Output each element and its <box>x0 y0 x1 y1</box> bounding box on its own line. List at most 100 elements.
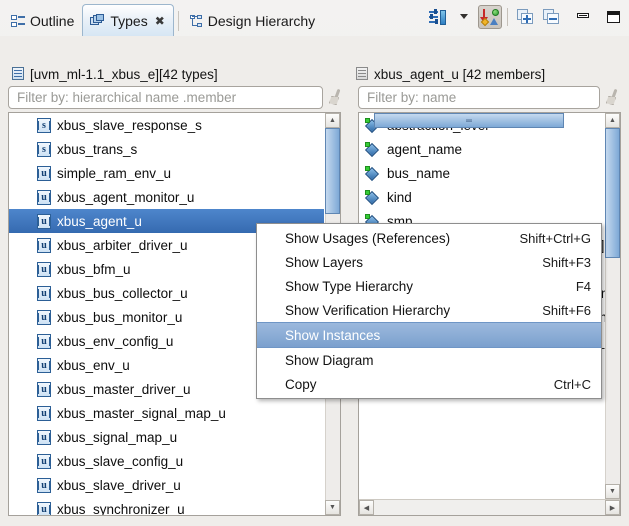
unit-type-icon: u <box>37 165 51 181</box>
field-icon <box>364 141 381 157</box>
unit-type-icon: u <box>37 453 51 469</box>
list-item-label: simple_ram_env_u <box>57 165 172 181</box>
list-item[interactable]: u xbus_signal_map_u <box>9 425 324 449</box>
list-item[interactable]: bus_name <box>359 161 604 185</box>
unit-type-icon: u <box>37 477 51 493</box>
left-scroll-up-button[interactable]: ▲ <box>325 113 340 128</box>
unit-type-icon: u <box>37 309 51 325</box>
list-item-label: kind <box>387 189 412 205</box>
list-item[interactable]: u xbus_slave_config_u <box>9 449 324 473</box>
filter-sort-icon <box>429 8 447 25</box>
left-filter-input[interactable] <box>15 89 316 106</box>
view-menu-button[interactable] <box>452 5 476 29</box>
unit-type-icon: u <box>37 357 51 373</box>
unit-type-icon: u <box>37 429 51 445</box>
list-item[interactable]: u xbus_master_signal_map_u <box>9 401 324 425</box>
list-item-label: xbus_trans_s <box>57 141 138 157</box>
menu-item-accelerator: Shift+F3 <box>542 254 591 270</box>
scroll-down-icon: ▼ <box>609 488 616 495</box>
unit-type-icon: u <box>37 213 51 229</box>
list-item-label: xbus_agent_u <box>57 213 142 229</box>
list-item-label: xbus_bus_collector_u <box>57 285 188 301</box>
tab-design-hierarchy-label: Design Hierarchy <box>207 13 316 29</box>
list-item[interactable]: u simple_ram_env_u <box>9 161 324 185</box>
list-item[interactable]: u xbus_synchronizer_u <box>9 497 324 516</box>
right-pane-hscroll-track[interactable] <box>359 499 620 515</box>
tab-outline-label: Outline <box>30 13 75 29</box>
right-filter-input[interactable] <box>365 89 593 106</box>
hscroll-right-button[interactable]: ▶ <box>605 500 620 515</box>
scroll-grip-icon: ‖ <box>464 118 474 123</box>
list-item[interactable]: u xbus_slave_driver_u <box>9 473 324 497</box>
right-panel-header: xbus_agent_u [42 members] <box>356 64 545 84</box>
toolbar-separator <box>507 8 508 26</box>
unit-type-icon: u <box>37 261 51 277</box>
menu-item-show-diagram[interactable]: Show Diagram <box>257 348 601 372</box>
minimize-button[interactable] <box>571 5 595 29</box>
left-clear-filter-icon[interactable] <box>328 88 344 107</box>
menu-item-show-usages[interactable]: Show Usages (References) Shift+Ctrl+G <box>257 226 601 250</box>
list-item[interactable]: kind <box>359 185 604 209</box>
tab-types[interactable]: Types ✖ <box>82 4 174 36</box>
list-item-label: xbus_env_u <box>57 357 130 373</box>
list-item-label: xbus_agent_monitor_u <box>57 189 195 205</box>
list-item-label: bus_name <box>387 165 451 181</box>
view-toolbar <box>426 3 625 31</box>
menu-item-label: Show Verification Hierarchy <box>285 302 451 318</box>
menu-item-accelerator: Shift+Ctrl+G <box>519 230 591 246</box>
minimize-icon <box>575 10 591 24</box>
tab-outline[interactable]: Outline <box>4 6 82 36</box>
right-scroll-thumb[interactable] <box>605 128 620 258</box>
tab-strip: Outline Types ✖ Design Hierarchy <box>0 0 323 36</box>
right-clear-filter-icon[interactable] <box>605 88 621 107</box>
struct-type-icon: s <box>37 117 51 133</box>
tab-design-hierarchy[interactable]: Design Hierarchy <box>183 6 323 36</box>
right-scroll-down-button[interactable]: ▼ <box>605 484 620 499</box>
list-item[interactable]: s xbus_trans_s <box>9 137 324 161</box>
left-scroll-down-button[interactable]: ▼ <box>325 500 340 515</box>
types-icon <box>90 14 105 27</box>
hscroll-left-button[interactable]: ◀ <box>359 500 374 515</box>
right-scroll-up-button[interactable]: ▲ <box>605 113 620 128</box>
collapse-all-button[interactable] <box>539 5 563 29</box>
list-item-label: xbus_master_driver_u <box>57 381 191 397</box>
filter-sort-button[interactable] <box>426 5 450 29</box>
field-icon <box>364 165 381 181</box>
expand-all-button[interactable] <box>513 5 537 29</box>
show-instances-toggle-icon <box>480 9 499 27</box>
chevron-down-icon <box>459 12 469 22</box>
menu-item-show-instances[interactable]: Show Instances <box>257 322 601 348</box>
menu-item-show-layers[interactable]: Show Layers Shift+F3 <box>257 250 601 274</box>
expand-all-icon <box>516 9 534 25</box>
right-filter-box[interactable] <box>358 86 600 109</box>
left-panel-header: [uvm_ml-1.1_xbus_e][42 types] <box>12 64 218 84</box>
left-filter-box[interactable] <box>8 86 323 109</box>
menu-item-label: Copy <box>285 376 317 392</box>
menu-item-label: Show Usages (References) <box>285 230 451 246</box>
menu-item-label: Show Layers <box>285 254 364 270</box>
close-icon[interactable]: ✖ <box>155 15 165 27</box>
context-menu[interactable]: Show Usages (References) Shift+Ctrl+G Sh… <box>256 223 602 399</box>
menu-item-show-verification-hierarchy[interactable]: Show Verification Hierarchy Shift+F6 <box>257 298 601 322</box>
maximize-button[interactable] <box>601 5 625 29</box>
outline-icon <box>11 14 25 28</box>
list-item[interactable]: agent_name <box>359 137 604 161</box>
maximize-icon <box>605 10 621 25</box>
member-list-icon <box>356 67 369 81</box>
right-panel-title: xbus_agent_u [42 members] <box>374 66 546 82</box>
design-hierarchy-icon <box>189 14 203 28</box>
list-item-label: xbus_env_config_u <box>57 333 174 349</box>
menu-item-copy[interactable]: Copy Ctrl+C <box>257 372 601 396</box>
unit-type-icon: u <box>37 285 51 301</box>
list-item-label: xbus_signal_map_u <box>57 429 178 445</box>
list-item-label: xbus_synchronizer_u <box>57 501 185 516</box>
list-item[interactable]: u xbus_agent_monitor_u <box>9 185 324 209</box>
unit-type-icon: u <box>37 333 51 349</box>
list-item[interactable]: s xbus_slave_response_s <box>9 113 324 137</box>
menu-item-show-type-hierarchy[interactable]: Show Type Hierarchy F4 <box>257 274 601 298</box>
show-instances-toggle-button[interactable] <box>478 5 502 29</box>
menu-item-accelerator: Ctrl+C <box>553 376 591 392</box>
hscroll-thumb[interactable]: ‖ <box>374 113 564 128</box>
list-item-label: xbus_bus_monitor_u <box>57 309 183 325</box>
left-scroll-thumb[interactable] <box>325 128 340 214</box>
